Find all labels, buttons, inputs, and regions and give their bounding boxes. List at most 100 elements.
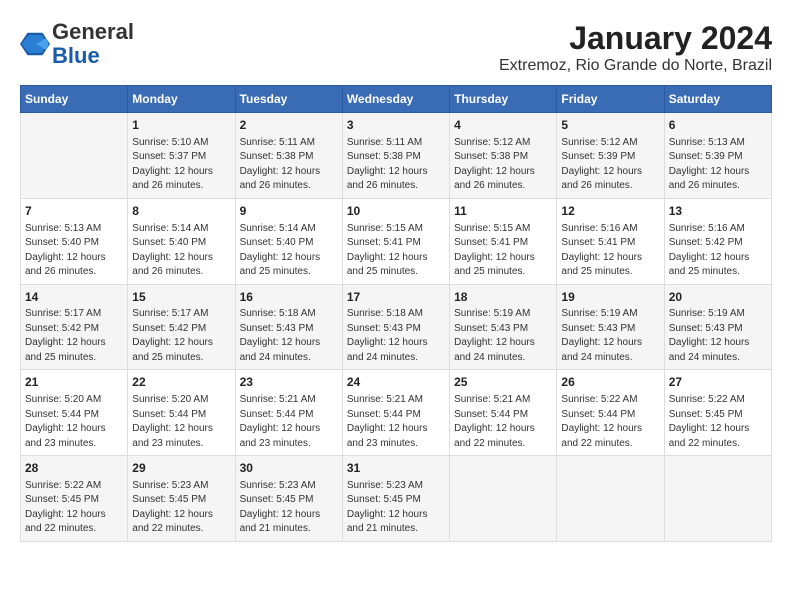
calendar-week-row: 1 Sunrise: 5:10 AM Sunset: 5:37 PM Daylig… xyxy=(21,113,772,199)
day-number: 7 xyxy=(25,203,123,220)
page-header: General Blue January 2024 Extremoz, Rio … xyxy=(20,20,772,75)
day-info: Sunrise: 5:23 AM Sunset: 5:45 PM Dayligh… xyxy=(347,479,445,537)
day-number: 28 xyxy=(25,460,123,477)
day-number: 23 xyxy=(240,374,338,391)
day-info: Sunrise: 5:20 AM Sunset: 5:44 PM Dayligh… xyxy=(25,393,123,451)
calendar-cell: 17Sunrise: 5:18 AM Sunset: 5:43 PM Dayli… xyxy=(342,284,449,370)
calendar-cell: 26 Sunrise: 5:22 AM Sunset: 5:44 PM Dayli… xyxy=(557,370,664,456)
calendar-cell: 14Sunrise: 5:17 AM Sunset: 5:42 PM Dayli… xyxy=(21,284,128,370)
day-info: Sunrise: 5:23 AM Sunset: 5:45 PM Dayligh… xyxy=(132,479,230,537)
calendar-cell xyxy=(557,456,664,542)
calendar-cell: 6 Sunrise: 5:13 AM Sunset: 5:39 PM Daylig… xyxy=(664,113,771,199)
day-number: 17 xyxy=(347,289,445,306)
calendar-cell: 10 Sunrise: 5:15 AM Sunset: 5:41 PM Dayli… xyxy=(342,198,449,284)
calendar-cell: 12 Sunrise: 5:16 AM Sunset: 5:41 PM Dayli… xyxy=(557,198,664,284)
calendar-cell: 27 Sunrise: 5:22 AM Sunset: 5:45 PM Dayli… xyxy=(664,370,771,456)
calendar-cell: 3Sunrise: 5:11 AM Sunset: 5:38 PM Daylig… xyxy=(342,113,449,199)
day-number: 14 xyxy=(25,289,123,306)
day-number: 11 xyxy=(454,203,552,220)
calendar-week-row: 28 Sunrise: 5:22 AM Sunset: 5:45 PM Dayli… xyxy=(21,456,772,542)
day-number: 6 xyxy=(669,117,767,134)
day-info: Sunrise: 5:20 AM Sunset: 5:44 PM Dayligh… xyxy=(132,393,230,451)
logo-icon xyxy=(20,29,50,59)
day-info: Sunrise: 5:16 AM Sunset: 5:41 PM Dayligh… xyxy=(561,222,659,280)
day-info: Sunrise: 5:12 AM Sunset: 5:39 PM Dayligh… xyxy=(561,136,659,194)
col-header-monday: Monday xyxy=(128,86,235,113)
col-header-friday: Friday xyxy=(557,86,664,113)
day-info: Sunrise: 5:13 AM Sunset: 5:40 PM Dayligh… xyxy=(25,222,123,280)
calendar-cell: 31Sunrise: 5:23 AM Sunset: 5:45 PM Dayli… xyxy=(342,456,449,542)
day-number: 29 xyxy=(132,460,230,477)
calendar-cell xyxy=(21,113,128,199)
day-info: Sunrise: 5:21 AM Sunset: 5:44 PM Dayligh… xyxy=(347,393,445,451)
day-number: 16 xyxy=(240,289,338,306)
day-info: Sunrise: 5:22 AM Sunset: 5:44 PM Dayligh… xyxy=(561,393,659,451)
calendar-cell: 15Sunrise: 5:17 AM Sunset: 5:42 PM Dayli… xyxy=(128,284,235,370)
calendar-cell: 19Sunrise: 5:19 AM Sunset: 5:43 PM Dayli… xyxy=(557,284,664,370)
day-info: Sunrise: 5:21 AM Sunset: 5:44 PM Dayligh… xyxy=(240,393,338,451)
day-info: Sunrise: 5:19 AM Sunset: 5:43 PM Dayligh… xyxy=(454,307,552,365)
calendar-cell: 20Sunrise: 5:19 AM Sunset: 5:43 PM Dayli… xyxy=(664,284,771,370)
calendar-cell: 4 Sunrise: 5:12 AM Sunset: 5:38 PM Daylig… xyxy=(450,113,557,199)
day-number: 24 xyxy=(347,374,445,391)
day-number: 21 xyxy=(25,374,123,391)
calendar-cell xyxy=(450,456,557,542)
day-number: 9 xyxy=(240,203,338,220)
day-info: Sunrise: 5:15 AM Sunset: 5:41 PM Dayligh… xyxy=(347,222,445,280)
col-header-saturday: Saturday xyxy=(664,86,771,113)
day-info: Sunrise: 5:18 AM Sunset: 5:43 PM Dayligh… xyxy=(240,307,338,365)
day-info: Sunrise: 5:12 AM Sunset: 5:38 PM Dayligh… xyxy=(454,136,552,194)
calendar-cell: 5 Sunrise: 5:12 AM Sunset: 5:39 PM Daylig… xyxy=(557,113,664,199)
logo: General Blue xyxy=(20,20,134,68)
calendar-table: SundayMondayTuesdayWednesdayThursdayFrid… xyxy=(20,85,772,542)
day-number: 10 xyxy=(347,203,445,220)
day-info: Sunrise: 5:18 AM Sunset: 5:43 PM Dayligh… xyxy=(347,307,445,365)
calendar-cell: 24 Sunrise: 5:21 AM Sunset: 5:44 PM Dayli… xyxy=(342,370,449,456)
day-info: Sunrise: 5:22 AM Sunset: 5:45 PM Dayligh… xyxy=(25,479,123,537)
calendar-week-row: 7 Sunrise: 5:13 AM Sunset: 5:40 PM Daylig… xyxy=(21,198,772,284)
day-info: Sunrise: 5:22 AM Sunset: 5:45 PM Dayligh… xyxy=(669,393,767,451)
calendar-cell: 11 Sunrise: 5:15 AM Sunset: 5:41 PM Dayli… xyxy=(450,198,557,284)
title-block: January 2024 Extremoz, Rio Grande do Nor… xyxy=(499,20,772,75)
calendar-week-row: 14Sunrise: 5:17 AM Sunset: 5:42 PM Dayli… xyxy=(21,284,772,370)
col-header-sunday: Sunday xyxy=(21,86,128,113)
calendar-cell: 30Sunrise: 5:23 AM Sunset: 5:45 PM Dayli… xyxy=(235,456,342,542)
page-subtitle: Extremoz, Rio Grande do Norte, Brazil xyxy=(499,57,772,75)
day-info: Sunrise: 5:19 AM Sunset: 5:43 PM Dayligh… xyxy=(561,307,659,365)
day-number: 5 xyxy=(561,117,659,134)
calendar-cell: 22Sunrise: 5:20 AM Sunset: 5:44 PM Dayli… xyxy=(128,370,235,456)
calendar-cell: 28 Sunrise: 5:22 AM Sunset: 5:45 PM Dayli… xyxy=(21,456,128,542)
calendar-cell: 9Sunrise: 5:14 AM Sunset: 5:40 PM Daylig… xyxy=(235,198,342,284)
day-info: Sunrise: 5:17 AM Sunset: 5:42 PM Dayligh… xyxy=(25,307,123,365)
calendar-week-row: 21 Sunrise: 5:20 AM Sunset: 5:44 PM Dayli… xyxy=(21,370,772,456)
day-number: 2 xyxy=(240,117,338,134)
logo-text: General Blue xyxy=(52,20,134,68)
day-info: Sunrise: 5:13 AM Sunset: 5:39 PM Dayligh… xyxy=(669,136,767,194)
col-header-thursday: Thursday xyxy=(450,86,557,113)
calendar-cell: 8 Sunrise: 5:14 AM Sunset: 5:40 PM Daylig… xyxy=(128,198,235,284)
calendar-cell: 7 Sunrise: 5:13 AM Sunset: 5:40 PM Daylig… xyxy=(21,198,128,284)
day-number: 4 xyxy=(454,117,552,134)
day-info: Sunrise: 5:19 AM Sunset: 5:43 PM Dayligh… xyxy=(669,307,767,365)
col-header-wednesday: Wednesday xyxy=(342,86,449,113)
day-number: 12 xyxy=(561,203,659,220)
calendar-cell: 29 Sunrise: 5:23 AM Sunset: 5:45 PM Dayli… xyxy=(128,456,235,542)
day-number: 8 xyxy=(132,203,230,220)
calendar-cell: 21 Sunrise: 5:20 AM Sunset: 5:44 PM Dayli… xyxy=(21,370,128,456)
calendar-cell: 25Sunrise: 5:21 AM Sunset: 5:44 PM Dayli… xyxy=(450,370,557,456)
day-info: Sunrise: 5:23 AM Sunset: 5:45 PM Dayligh… xyxy=(240,479,338,537)
day-number: 18 xyxy=(454,289,552,306)
calendar-cell xyxy=(664,456,771,542)
page-title: January 2024 xyxy=(499,20,772,57)
day-number: 27 xyxy=(669,374,767,391)
day-number: 1 xyxy=(132,117,230,134)
day-info: Sunrise: 5:15 AM Sunset: 5:41 PM Dayligh… xyxy=(454,222,552,280)
day-info: Sunrise: 5:10 AM Sunset: 5:37 PM Dayligh… xyxy=(132,136,230,194)
calendar-cell: 2Sunrise: 5:11 AM Sunset: 5:38 PM Daylig… xyxy=(235,113,342,199)
day-number: 26 xyxy=(561,374,659,391)
calendar-cell: 23 Sunrise: 5:21 AM Sunset: 5:44 PM Dayli… xyxy=(235,370,342,456)
calendar-cell: 18Sunrise: 5:19 AM Sunset: 5:43 PM Dayli… xyxy=(450,284,557,370)
day-info: Sunrise: 5:14 AM Sunset: 5:40 PM Dayligh… xyxy=(132,222,230,280)
col-header-tuesday: Tuesday xyxy=(235,86,342,113)
calendar-cell: 1 Sunrise: 5:10 AM Sunset: 5:37 PM Daylig… xyxy=(128,113,235,199)
